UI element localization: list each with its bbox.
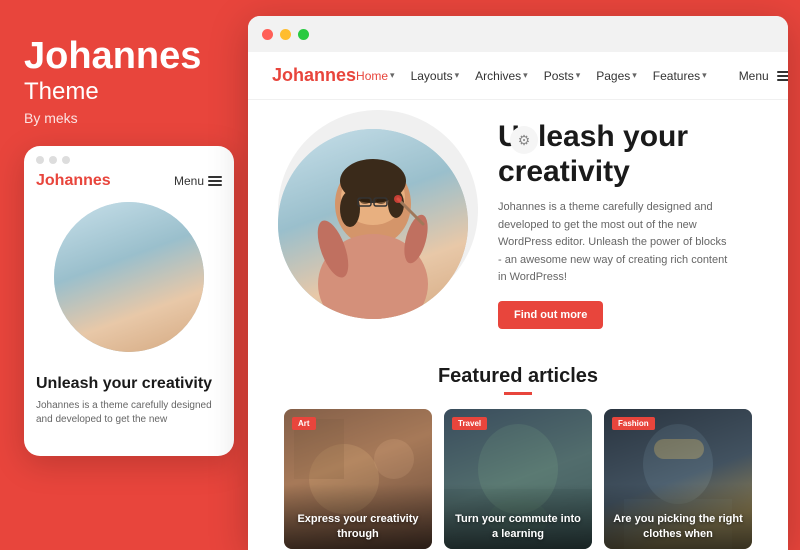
left-panel: Johannes Theme By meks Johannes Menu (0, 0, 248, 550)
hero-image (278, 129, 468, 319)
browser-minimize-dot[interactable] (280, 29, 291, 40)
article-title-1: Express your creativity through (292, 512, 424, 541)
chevron-down-icon: ▾ (455, 70, 460, 81)
nav-link-features[interactable]: Features ▾ (653, 69, 707, 83)
chevron-down-icon: ▾ (576, 70, 581, 81)
browser-brand: Johannes (272, 65, 356, 86)
article-title-3: Are you picking the right clothes when (612, 512, 744, 541)
mobile-menu[interactable]: Menu (174, 174, 222, 188)
mobile-hero-desc: Johannes is a theme carefully designed a… (36, 399, 222, 427)
mobile-hero-image (54, 202, 204, 352)
browser-navbar: Johannes Home ▾ Layouts ▾ Archives ▾ Pos… (248, 52, 788, 100)
browser-window: Johannes Home ▾ Layouts ▾ Archives ▾ Pos… (248, 16, 788, 550)
featured-underline (504, 392, 532, 395)
hero-text: Unleash your creativity Johannes is a th… (498, 120, 728, 329)
article-title-2: Turn your commute into a learning (452, 512, 584, 541)
theme-title: Johannes (24, 36, 224, 78)
theme-subtitle: Theme (24, 78, 224, 106)
articles-row: Art Express your creativity through Trav… (278, 409, 758, 549)
featured-title: Featured articles (278, 365, 758, 388)
mobile-dot-2 (49, 156, 57, 164)
find-out-more-button[interactable]: Find out more (498, 301, 603, 329)
mobile-mockup: Johannes Menu Unleash your creativity Jo… (24, 146, 234, 456)
hamburger-icon (208, 176, 222, 186)
mobile-hero-heading: Unleash your creativity (36, 374, 222, 393)
mobile-logo: Johannes (36, 172, 111, 190)
hero-description: Johannes is a theme carefully designed a… (498, 199, 728, 287)
chevron-down-icon: ▾ (523, 70, 528, 81)
chevron-down-icon: ▾ (632, 70, 637, 81)
theme-by: By meks (24, 110, 224, 126)
browser-close-dot[interactable] (262, 29, 273, 40)
nav-menu[interactable]: Menu (739, 69, 788, 83)
browser-titlebar (248, 16, 788, 52)
article-card-3[interactable]: Fashion Are you picking the right clothe… (604, 409, 752, 549)
nav-link-posts[interactable]: Posts ▾ (544, 69, 581, 83)
nav-link-home[interactable]: Home ▾ (356, 69, 395, 83)
article-tag-1: Art (292, 417, 316, 430)
chevron-down-icon: ▾ (390, 70, 395, 81)
article-tag-3: Fashion (612, 417, 655, 430)
featured-section: Featured articles Art Express your creat… (248, 349, 788, 550)
browser-maximize-dot[interactable] (298, 29, 309, 40)
nav-link-layouts[interactable]: Layouts ▾ (411, 69, 460, 83)
mobile-dot-3 (62, 156, 70, 164)
mobile-dots (24, 146, 234, 170)
article-tag-2: Travel (452, 417, 487, 430)
chevron-down-icon: ▾ (702, 70, 707, 81)
mobile-menu-label: Menu (174, 174, 204, 188)
settings-icon[interactable]: ⚙ (510, 126, 538, 154)
article-card-2[interactable]: Travel Turn your commute into a learning (444, 409, 592, 549)
mobile-header: Johannes Menu (24, 170, 234, 198)
nav-link-pages[interactable]: Pages ▾ (596, 69, 637, 83)
mobile-text-area: Unleash your creativity Johannes is a th… (24, 366, 234, 435)
mobile-dot-1 (36, 156, 44, 164)
article-card-1[interactable]: Art Express your creativity through (284, 409, 432, 549)
nav-link-archives[interactable]: Archives ▾ (475, 69, 528, 83)
browser-nav-links: Home ▾ Layouts ▾ Archives ▾ Posts ▾ Page… (356, 69, 788, 83)
